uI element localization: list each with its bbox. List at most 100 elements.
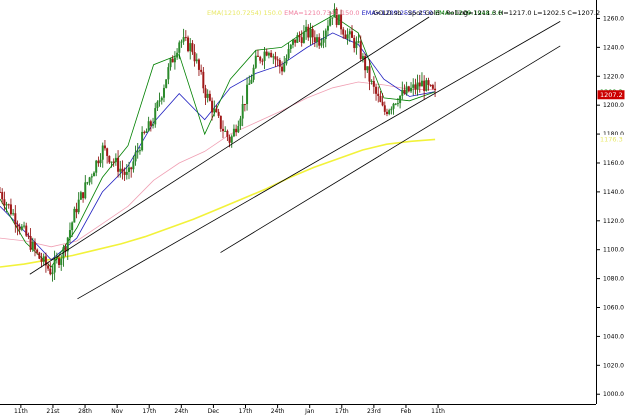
candle-body [256,55,259,57]
candle-body [361,56,364,59]
candle-body [193,52,196,62]
candle-body [112,161,115,163]
candle-body [305,26,308,32]
candle-body [294,39,297,43]
candle-body [270,52,273,57]
candle-body [178,42,181,53]
candle-body [213,108,216,113]
y-tick-label: 1040.0 [603,333,624,340]
y-tick-label: 1200.0 [603,102,624,109]
price-chart: 1000.0 1020.0 1040.0 1060.0 1080.0 1100.0 1120… [0,0,625,415]
candle-body [392,103,395,109]
y-tick-label: 1020.0 [603,362,624,369]
candle-body [160,97,163,101]
x-tick-label: 23rd [367,408,381,415]
candle-body [23,225,26,227]
candle-body [71,222,74,231]
candle-body [7,204,10,206]
candle-body [366,66,369,71]
candle-body [372,81,375,87]
price-tag-label: 1176.3 [600,136,623,144]
candle-body [259,56,262,61]
y-tick-label: 1060.0 [603,305,624,312]
x-tick-label: 17th [142,408,156,415]
candle-body [79,192,82,200]
x-tick-label: 11th [14,408,28,415]
candle-body [5,204,8,206]
x-tick-label: Jan [304,408,314,415]
candle-body [90,176,93,178]
candle-body [136,150,139,153]
candle-body [108,155,111,163]
candle-body [36,249,39,253]
candle-body [154,108,157,125]
candle-body [318,37,321,46]
y-tick-label: 1260.0 [603,15,624,22]
candle-body [93,172,96,177]
candle-body [248,83,251,85]
y-tick-label: 1000.0 [603,391,624,398]
candle-body [143,131,146,133]
candle-body [47,265,50,269]
candle-body [232,128,235,137]
candle-body [51,272,54,275]
legend-entry: EMA(1210.7254) 150.0 [207,9,282,17]
candle-body [162,87,165,98]
candle-body [204,88,207,98]
candle-body [191,43,194,53]
candle-body [370,81,373,83]
candle-body [127,167,130,172]
candle-body [99,159,102,164]
candle-body [267,52,270,56]
candle-body [58,258,61,265]
candle-body [416,82,419,90]
candle-body [12,213,15,215]
candle-body [344,34,347,39]
candle-body [298,35,301,38]
candle-body [414,84,417,90]
candle-body [429,84,432,86]
candle-body [117,157,120,172]
candle-body [375,86,378,94]
candle-body [243,103,246,105]
plot-area [0,0,596,404]
candle-body [226,130,229,137]
candle-body [254,55,257,68]
candle-body [324,30,327,40]
candle-body [138,150,141,152]
candle-body [60,258,63,265]
candle-body [311,28,314,38]
candle-body [235,128,238,133]
candle-body [377,93,380,96]
candle-body [329,18,332,26]
candle-body [33,241,36,250]
candle-body [237,125,240,133]
candle-body [49,268,52,275]
candle-body [353,37,356,49]
candle-body [134,152,137,162]
candle-body [224,130,227,132]
candle-body [289,44,292,50]
candle-body [3,199,6,206]
candle-body [357,41,360,43]
y-tick-label: 1160.0 [603,160,624,167]
candle-body [0,191,1,193]
candle-body [228,136,231,143]
instrument-title: .GOLD.sb - Spot Gold - Rolling [371,9,468,17]
candle-body [20,226,23,230]
x-tick-label: Dec [208,408,220,415]
x-tick-label: 21st [46,408,60,415]
candle-body [291,39,294,45]
candle-body [180,41,183,43]
candle-body [320,42,323,46]
candle-body [184,37,187,39]
y-axis: 1000.0 1020.0 1040.0 1060.0 1080.0 1100.0 1120… [596,15,624,398]
candle-body [158,100,161,102]
y-tick-label: 1100.0 [603,247,624,254]
candle-body [82,192,85,199]
candle-body [169,58,172,68]
candle-body [38,252,41,259]
candle-body [152,124,155,126]
x-tick-label: 24th [271,408,285,415]
candle-body [296,35,299,43]
